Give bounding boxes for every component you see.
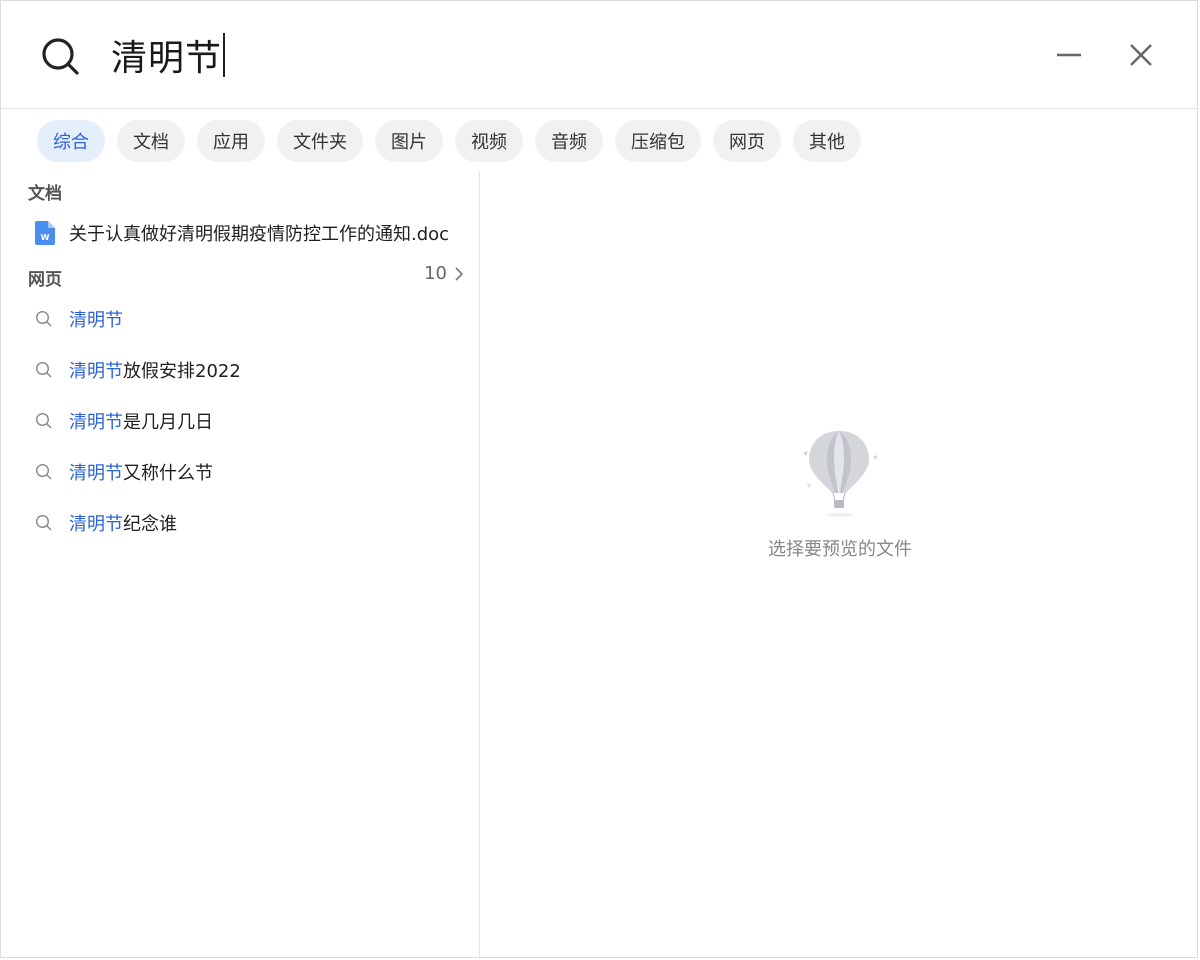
minimize-button[interactable] — [1049, 35, 1089, 75]
suggestion-highlight: 清明节 — [69, 514, 123, 535]
suggestion-text: 清明节 — [69, 306, 123, 332]
search-input[interactable]: 清明节 — [111, 29, 226, 81]
suggestion-highlight: 清明节 — [69, 310, 123, 331]
suggestion-rest: 放假安排2022 — [123, 361, 241, 382]
preview-panel: 选择要预览的文件 — [481, 171, 1199, 959]
search-bar: 清明节 — [1, 1, 1199, 109]
web-suggestion-item[interactable]: 清明节 — [31, 304, 461, 334]
filter-chip-documents[interactable]: 文档 — [117, 120, 185, 162]
web-more-link[interactable]: 10 — [424, 263, 463, 284]
filter-chip-archives[interactable]: 压缩包 — [615, 120, 701, 162]
web-result-count: 10 — [424, 263, 447, 284]
filter-chip-web[interactable]: 网页 — [713, 120, 781, 162]
suggestion-text: 清明节又称什么节 — [69, 459, 213, 485]
document-name: 关于认真做好清明假期疫情防控工作的通知.doc — [69, 224, 450, 245]
suggestion-text: 清明节放假安排2022 — [69, 357, 241, 383]
filter-chip-images[interactable]: 图片 — [375, 120, 443, 162]
filter-chip-videos[interactable]: 视频 — [455, 120, 523, 162]
suggestion-text: 清明节是几月几日 — [69, 408, 213, 434]
search-icon — [35, 361, 52, 378]
suggestion-rest: 纪念谁 — [123, 514, 177, 535]
suggestion-text: 清明节纪念谁 — [69, 510, 177, 536]
suggestion-highlight: 清明节 — [69, 412, 123, 433]
web-section-header: 网页 — [28, 270, 62, 290]
close-button[interactable] — [1121, 35, 1161, 75]
suggestion-highlight: 清明节 — [69, 463, 123, 484]
svg-text:W: W — [41, 233, 50, 242]
word-doc-icon: W — [35, 221, 55, 245]
web-suggestion-item[interactable]: 清明节纪念谁 — [31, 508, 461, 538]
search-icon — [42, 38, 79, 75]
suggestion-highlight: 清明节 — [69, 361, 123, 382]
search-icon — [35, 514, 52, 531]
document-result-item[interactable]: W 关于认真做好清明假期疫情防控工作的通知.doc — [31, 219, 471, 247]
filter-tabs: 综合 文档 应用 文件夹 图片 视频 音频 压缩包 网页 其他 — [37, 120, 861, 162]
filter-chip-other[interactable]: 其他 — [793, 120, 861, 162]
search-window: 清明节 综合 文档 应用 文件夹 图片 视频 音频 压缩包 网页 其他 文档 W — [0, 0, 1199, 959]
web-suggestion-item[interactable]: 清明节又称什么节 — [31, 457, 461, 487]
suggestion-rest: 是几月几日 — [123, 412, 213, 433]
hot-air-balloon-icon — [803, 431, 877, 517]
filter-chip-audio[interactable]: 音频 — [535, 120, 603, 162]
preview-empty-hint: 选择要预览的文件 — [768, 539, 912, 560]
web-suggestion-item[interactable]: 清明节放假安排2022 — [31, 355, 461, 385]
search-icon — [35, 310, 52, 327]
search-query-text: 清明节 — [111, 38, 223, 79]
text-caret — [223, 33, 226, 77]
suggestion-rest: 又称什么节 — [123, 463, 213, 484]
filter-chip-apps[interactable]: 应用 — [197, 120, 265, 162]
results-panel: 文档 W 关于认真做好清明假期疫情防控工作的通知.doc 网页 10 清明节 清… — [1, 171, 480, 959]
search-icon — [35, 463, 52, 480]
filter-chip-folders[interactable]: 文件夹 — [277, 120, 363, 162]
web-suggestion-item[interactable]: 清明节是几月几日 — [31, 406, 461, 436]
search-icon — [35, 412, 52, 429]
documents-section-header: 文档 — [28, 184, 62, 204]
chevron-right-icon — [455, 266, 463, 281]
filter-chip-all[interactable]: 综合 — [37, 120, 105, 162]
